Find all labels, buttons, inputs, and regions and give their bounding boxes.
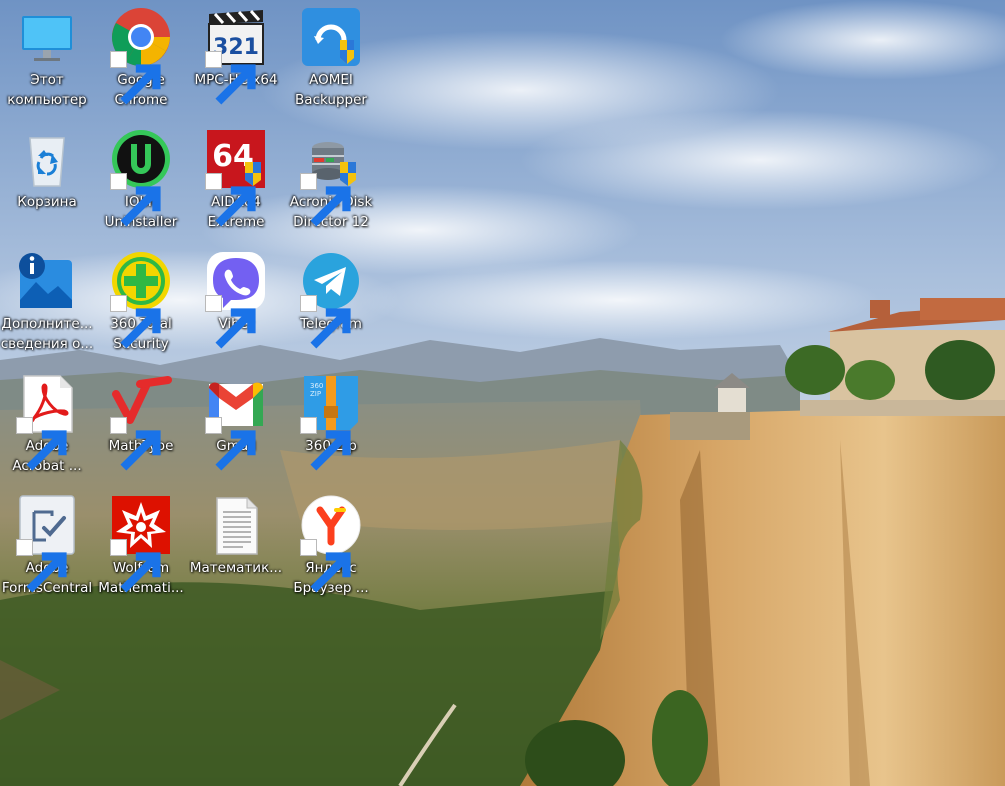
shortcut-arrow-icon: [205, 173, 256, 227]
desktop-icon-mpc-hc[interactable]: 321 MPC-HC x64: [189, 0, 283, 118]
desktop-icon-google-chrome[interactable]: Google Chrome: [94, 0, 188, 118]
aida64-icon: 64: [205, 128, 267, 227]
wolfram-icon: [110, 494, 172, 593]
telegram-icon: [300, 250, 362, 349]
icon-label-line1: Дополните...: [1, 316, 93, 332]
shortcut-arrow-icon: [110, 51, 161, 105]
shortcut-arrow-icon: [205, 51, 256, 105]
desktop-icon-mathtype[interactable]: MathType: [94, 366, 188, 484]
shortcut-arrow-icon: [205, 295, 256, 349]
360-security-icon: [110, 250, 172, 349]
recycle-bin-icon: [16, 128, 78, 190]
desktop-icon-aomei-backupper[interactable]: AOMEI Backupper: [284, 0, 378, 118]
360-zip-icon: 360 ZIP: [300, 372, 362, 471]
desktop-icon-adobe-formscentral[interactable]: Adobe FormsCentral: [0, 488, 94, 606]
icon-label-line1: Корзина: [17, 194, 77, 210]
mpc-clapperboard-icon: 321: [205, 6, 267, 105]
desktop-icon-telegram[interactable]: Telegram: [284, 244, 378, 362]
forms-central-icon: [16, 494, 78, 593]
mathtype-icon: [110, 372, 172, 471]
shortcut-arrow-icon: [16, 417, 67, 471]
shortcut-arrow-icon: [300, 173, 351, 227]
monitor-icon: [16, 6, 78, 68]
chrome-icon: [110, 6, 172, 105]
desktop-icon-aida64[interactable]: 64 AIDA64 Extreme: [189, 122, 283, 240]
icon-label-line2: компьютер: [7, 92, 87, 108]
shortcut-arrow-icon: [16, 539, 67, 593]
acronis-icon: [300, 128, 362, 227]
shortcut-arrow-icon: [110, 295, 161, 349]
icon-label-line2: сведения о...: [0, 336, 94, 352]
aomei-icon: [300, 6, 362, 68]
icon-label-line1: Математик...: [189, 560, 283, 576]
icon-label-line1: AOMEI: [309, 72, 353, 88]
info-photo-icon: [16, 250, 78, 312]
shortcut-arrow-icon: [110, 539, 161, 593]
desktop-icon-gmail[interactable]: Gmail: [189, 366, 283, 484]
iobit-icon: [110, 128, 172, 227]
shortcut-arrow-icon: [300, 417, 351, 471]
shortcut-arrow-icon: [110, 417, 161, 471]
shortcut-arrow-icon: [205, 417, 256, 471]
desktop-icon-iobit-uninstaller[interactable]: IObit Uninstaller: [94, 122, 188, 240]
desktop-icon-yandex-browser[interactable]: Яндекс Браузер ...: [284, 488, 378, 606]
desktop-icon-adobe-acrobat[interactable]: Adobe Acrobat ...: [0, 366, 94, 484]
yandex-browser-icon: [300, 494, 362, 593]
svg-text:ZIP: ZIP: [310, 390, 321, 398]
text-document-icon: [205, 494, 267, 556]
shortcut-arrow-icon: [110, 173, 161, 227]
desktop-icon-360-total-security[interactable]: 360 Total Security: [94, 244, 188, 362]
desktop-icon-viber[interactable]: Viber: [189, 244, 283, 362]
shortcut-arrow-icon: [300, 539, 351, 593]
icon-label-line1: Этот: [30, 72, 64, 88]
desktop-icon-this-pc[interactable]: Этот компьютер: [0, 0, 94, 118]
desktop-icon-recycle-bin[interactable]: Корзина: [0, 122, 94, 240]
desktop-icon-additional-info[interactable]: Дополните... сведения о...: [0, 244, 94, 362]
desktop-icon-acronis[interactable]: Acronis Disk Director 12: [284, 122, 378, 240]
shortcut-arrow-icon: [300, 295, 351, 349]
icon-label-line2: Backupper: [295, 92, 367, 108]
svg-text:360: 360: [310, 382, 323, 390]
viber-icon: [205, 250, 267, 349]
desktop-icon-wolfram-mathematica[interactable]: Wolfram Mathemati...: [94, 488, 188, 606]
desktop-icon-360-zip[interactable]: 360 ZIP 360 Zip: [284, 366, 378, 484]
gmail-icon: [205, 372, 267, 471]
acrobat-icon: [16, 372, 78, 471]
desktop-icon-math-document[interactable]: Математик...: [189, 488, 283, 606]
